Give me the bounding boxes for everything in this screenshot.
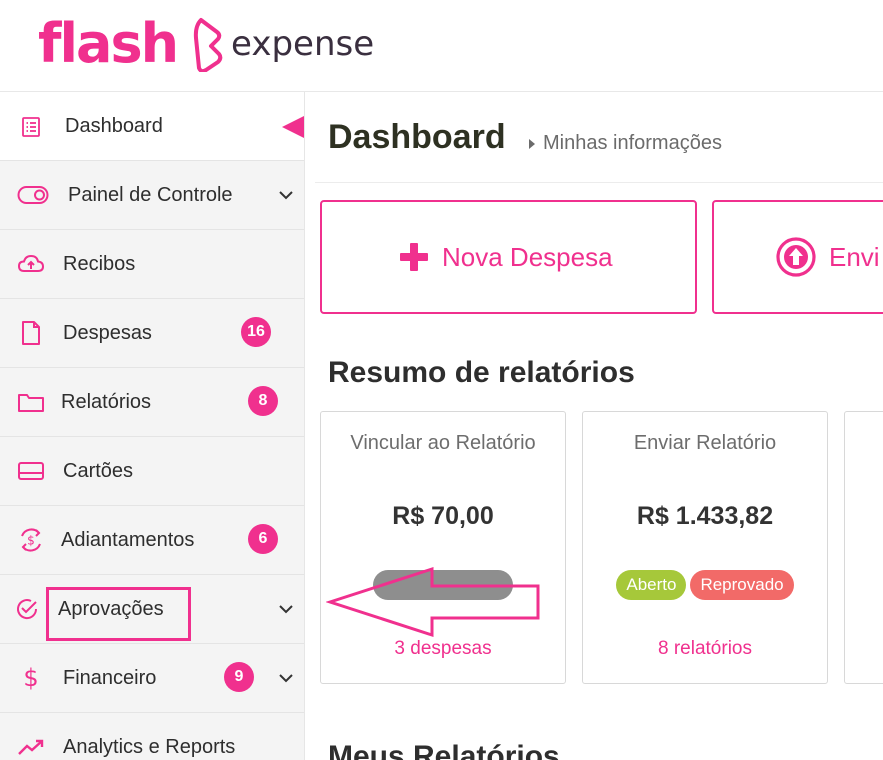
card-amount: R$ 70,00 [392,502,494,530]
svg-text:$: $ [27,534,35,548]
count-badge: 9 [224,662,254,692]
summary-card-link-to-report[interactable]: Vincular ao Relatório R$ 70,00 3 despesa… [320,411,566,684]
summary-card-send-report[interactable]: Enviar Relatório R$ 1.433,82 Aberto Repr… [582,411,828,684]
count-badge: 6 [248,524,278,554]
logo-product-text: expense [231,24,375,64]
sidebar: Dashboard Painel de Controle Recibos Des… [0,92,305,760]
sidebar-item-analytics[interactable]: Analytics e Reports [0,713,304,760]
chevron-down-icon[interactable] [276,185,296,205]
check-circle-icon [12,594,42,624]
sidebar-item-label: Recibos [63,252,136,275]
sidebar-item-label: Analytics e Reports [63,735,236,758]
flash-logo-icon [193,18,223,72]
card-title: Vincular ao Relatório [350,432,536,454]
card-link[interactable]: 8 relatórios [583,638,827,660]
active-indicator [282,116,304,138]
brand-logo[interactable]: flash expense [38,12,374,76]
dollar-icon: $ [23,664,39,692]
section-title-my-reports: Meus Relatórios [328,740,560,760]
count-badge: 8 [248,386,278,416]
caret-right-icon [529,138,535,149]
card-title: Enviar Relatório [633,432,777,454]
status-badge [373,570,513,600]
sidebar-item-aprovacoes[interactable]: Aprovações [0,575,304,644]
sidebar-item-adiantamentos[interactable]: $ Adiantamentos 6 [0,506,304,575]
sidebar-item-label: Adiantamentos [61,528,195,551]
file-icon [16,318,46,348]
folder-icon [16,387,46,417]
card-amount: R$ 1.433,82 [636,502,774,530]
list-document-icon [16,112,46,142]
button-label: Nova Despesa [442,241,613,272]
sidebar-item-label: Financeiro [63,666,157,689]
page-title: Dashboard [328,118,506,156]
breadcrumb-label: Minhas informações [543,132,722,154]
sidebar-item-recibos[interactable]: Recibos [0,230,304,299]
summary-card-partial[interactable] [844,411,883,684]
sidebar-item-label: Painel de Controle [68,183,233,206]
logo-flash-text: flash [38,12,179,75]
breadcrumb[interactable]: Minhas informações [529,132,722,155]
divider [315,182,883,183]
count-badge: 16 [241,317,271,347]
sidebar-item-label: Cartões [63,459,134,482]
toggle-icon [16,180,50,210]
card-badges [321,570,565,600]
sidebar-item-label: Aprovações [58,597,164,620]
send-button[interactable]: Envi [712,200,883,314]
sidebar-item-financeiro[interactable]: $ Financeiro 9 [0,644,304,713]
sidebar-item-label: Despesas [63,321,152,344]
status-badge-open: Aberto [616,570,687,600]
credit-card-icon [16,456,46,486]
section-title-summary: Resumo de relatórios [328,356,635,389]
sidebar-item-label: Dashboard [65,114,163,137]
card-badges: Aberto Reprovado [583,570,827,600]
arrow-up-circle-icon [776,237,816,277]
sidebar-item-dashboard[interactable]: Dashboard [0,92,304,161]
plus-icon [400,243,428,271]
sidebar-item-cartoes[interactable]: Cartões [0,437,304,506]
chevron-down-icon[interactable] [276,668,296,688]
new-expense-button[interactable]: Nova Despesa [320,200,697,314]
button-label: Envi [829,241,880,272]
status-badge-rejected: Reprovado [690,570,794,600]
top-bar: flash expense [0,0,883,92]
trending-up-icon [16,732,46,760]
cloud-upload-icon [16,249,46,279]
sidebar-item-relatorios[interactable]: Relatórios 8 [0,368,304,437]
chevron-down-icon[interactable] [276,599,296,619]
card-link[interactable]: 3 despesas [321,638,565,660]
sidebar-item-painel-de-controle[interactable]: Painel de Controle [0,161,304,230]
main-content: Dashboard Minhas informações Nova Despes… [305,92,883,760]
sidebar-item-label: Relatórios [61,390,152,413]
sidebar-item-despesas[interactable]: Despesas 16 [0,299,304,368]
dollar-cycle-icon: $ [16,525,46,555]
